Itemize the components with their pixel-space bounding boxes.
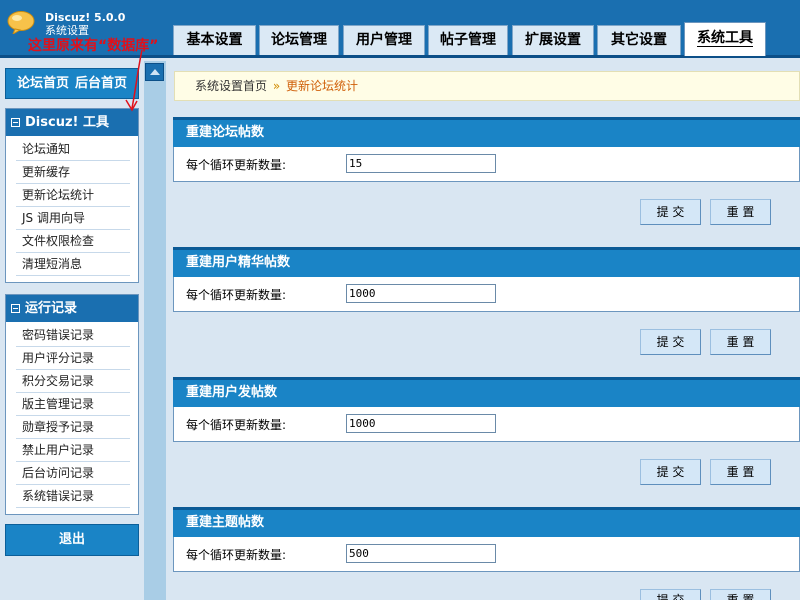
tab-basic-settings[interactable]: 基本设置: [173, 25, 256, 55]
sidebar-item-file-permission[interactable]: 文件权限检查: [16, 230, 130, 253]
sidebar-item-rating-log[interactable]: 用户评分记录: [16, 347, 130, 370]
sidebar-item-update-cache[interactable]: 更新缓存: [16, 161, 130, 184]
section-row: 每个循环更新数量: 15: [173, 147, 800, 182]
section-row: 每个循环更新数量: 1000: [173, 277, 800, 312]
logout-button[interactable]: 退出: [5, 524, 139, 556]
section-title: 重建论坛帖数: [173, 117, 800, 147]
tools-box: Discuz! 工具 论坛通知 更新缓存 更新论坛统计 JS 调用向导 文件权限…: [5, 108, 139, 283]
tab-post-management[interactable]: 帖子管理: [428, 25, 508, 55]
batch-size-input[interactable]: 1000: [346, 414, 496, 433]
logo-title: Discuz! 5.0.0: [45, 11, 126, 24]
section-thread-posts: 重建主题帖数 每个循环更新数量: 500: [173, 507, 800, 572]
row-label: 每个循环更新数量:: [186, 418, 287, 432]
logs-box: 运行记录 密码错误记录 用户评分记录 积分交易记录 版主管理记录 勋章授予记录 …: [5, 294, 139, 515]
breadcrumb-current: 更新论坛统计: [286, 79, 359, 93]
row-label: 每个循环更新数量:: [186, 158, 287, 172]
sidebar-item-credit-log[interactable]: 积分交易记录: [16, 370, 130, 393]
section-user-posts: 重建用户发帖数 每个循环更新数量: 1000: [173, 377, 800, 442]
sidebar-item-js-wizard[interactable]: JS 调用向导: [16, 207, 130, 230]
section-row: 每个循环更新数量: 500: [173, 537, 800, 572]
breadcrumb-home-link[interactable]: 系统设置首页: [195, 79, 267, 93]
sidebar-item-access-log[interactable]: 后台访问记录: [16, 462, 130, 485]
submit-button[interactable]: 提 交: [640, 589, 701, 600]
section-title: 重建主题帖数: [173, 507, 800, 537]
sidebar-scroll-strip: [144, 61, 166, 600]
logs-box-title: 运行记录: [25, 301, 78, 316]
sidebar-item-medal-log[interactable]: 勋章授予记录: [16, 416, 130, 439]
batch-size-input[interactable]: 500: [346, 544, 496, 563]
batch-size-input[interactable]: 15: [346, 154, 496, 173]
tab-system-tools[interactable]: 系统工具: [684, 22, 766, 56]
section-row: 每个循环更新数量: 1000: [173, 407, 800, 442]
breadcrumb-separator: »: [272, 79, 281, 93]
submit-button[interactable]: 提 交: [640, 459, 701, 485]
sidebar-item-update-stats[interactable]: 更新论坛统计: [16, 184, 130, 207]
tools-list: 论坛通知 更新缓存 更新论坛统计 JS 调用向导 文件权限检查 清理短消息: [6, 136, 138, 282]
reset-button[interactable]: 重 置: [710, 199, 771, 225]
sidebar-item-forum-notice[interactable]: 论坛通知: [16, 138, 130, 161]
breadcrumb: 系统设置首页 » 更新论坛统计: [174, 71, 800, 101]
section-user-digest-posts: 重建用户精华帖数 每个循环更新数量: 1000: [173, 247, 800, 312]
row-label: 每个循环更新数量:: [186, 548, 287, 562]
sidebar-item-ban-log[interactable]: 禁止用户记录: [16, 439, 130, 462]
sidebar-item-password-errors[interactable]: 密码错误记录: [16, 324, 130, 347]
sidebar-item-clean-pm[interactable]: 清理短消息: [16, 253, 130, 276]
tab-system-tools-label: 系统工具: [697, 30, 753, 47]
sidebar-item-moderator-log[interactable]: 版主管理记录: [16, 393, 130, 416]
discuz-logo-icon: [7, 11, 35, 34]
tab-forum-management[interactable]: 论坛管理: [259, 25, 339, 55]
section-title: 重建用户发帖数: [173, 377, 800, 407]
forum-home-link[interactable]: 论坛首页: [17, 76, 69, 91]
reset-button[interactable]: 重 置: [710, 459, 771, 485]
batch-size-input[interactable]: 1000: [346, 284, 496, 303]
logs-list: 密码错误记录 用户评分记录 积分交易记录 版主管理记录 勋章授予记录 禁止用户记…: [6, 322, 138, 514]
tab-user-management[interactable]: 用户管理: [343, 25, 425, 55]
annotation-arrow-icon: [125, 49, 143, 112]
logs-box-header[interactable]: 运行记录: [6, 295, 138, 322]
section-forum-posts: 重建论坛帖数 每个循环更新数量: 15: [173, 117, 800, 182]
row-label: 每个循环更新数量:: [186, 288, 287, 302]
reset-button[interactable]: 重 置: [710, 589, 771, 600]
collapse-icon[interactable]: [11, 304, 20, 313]
tab-extended-settings[interactable]: 扩展设置: [512, 25, 594, 55]
submit-button[interactable]: 提 交: [640, 329, 701, 355]
tools-box-title: Discuz! 工具: [25, 115, 109, 130]
collapse-icon[interactable]: [11, 118, 20, 127]
submit-button[interactable]: 提 交: [640, 199, 701, 225]
section-title: 重建用户精华帖数: [173, 247, 800, 277]
reset-button[interactable]: 重 置: [710, 329, 771, 355]
sidebar-item-error-log[interactable]: 系统错误记录: [16, 485, 130, 508]
tab-other-settings[interactable]: 其它设置: [597, 25, 681, 55]
